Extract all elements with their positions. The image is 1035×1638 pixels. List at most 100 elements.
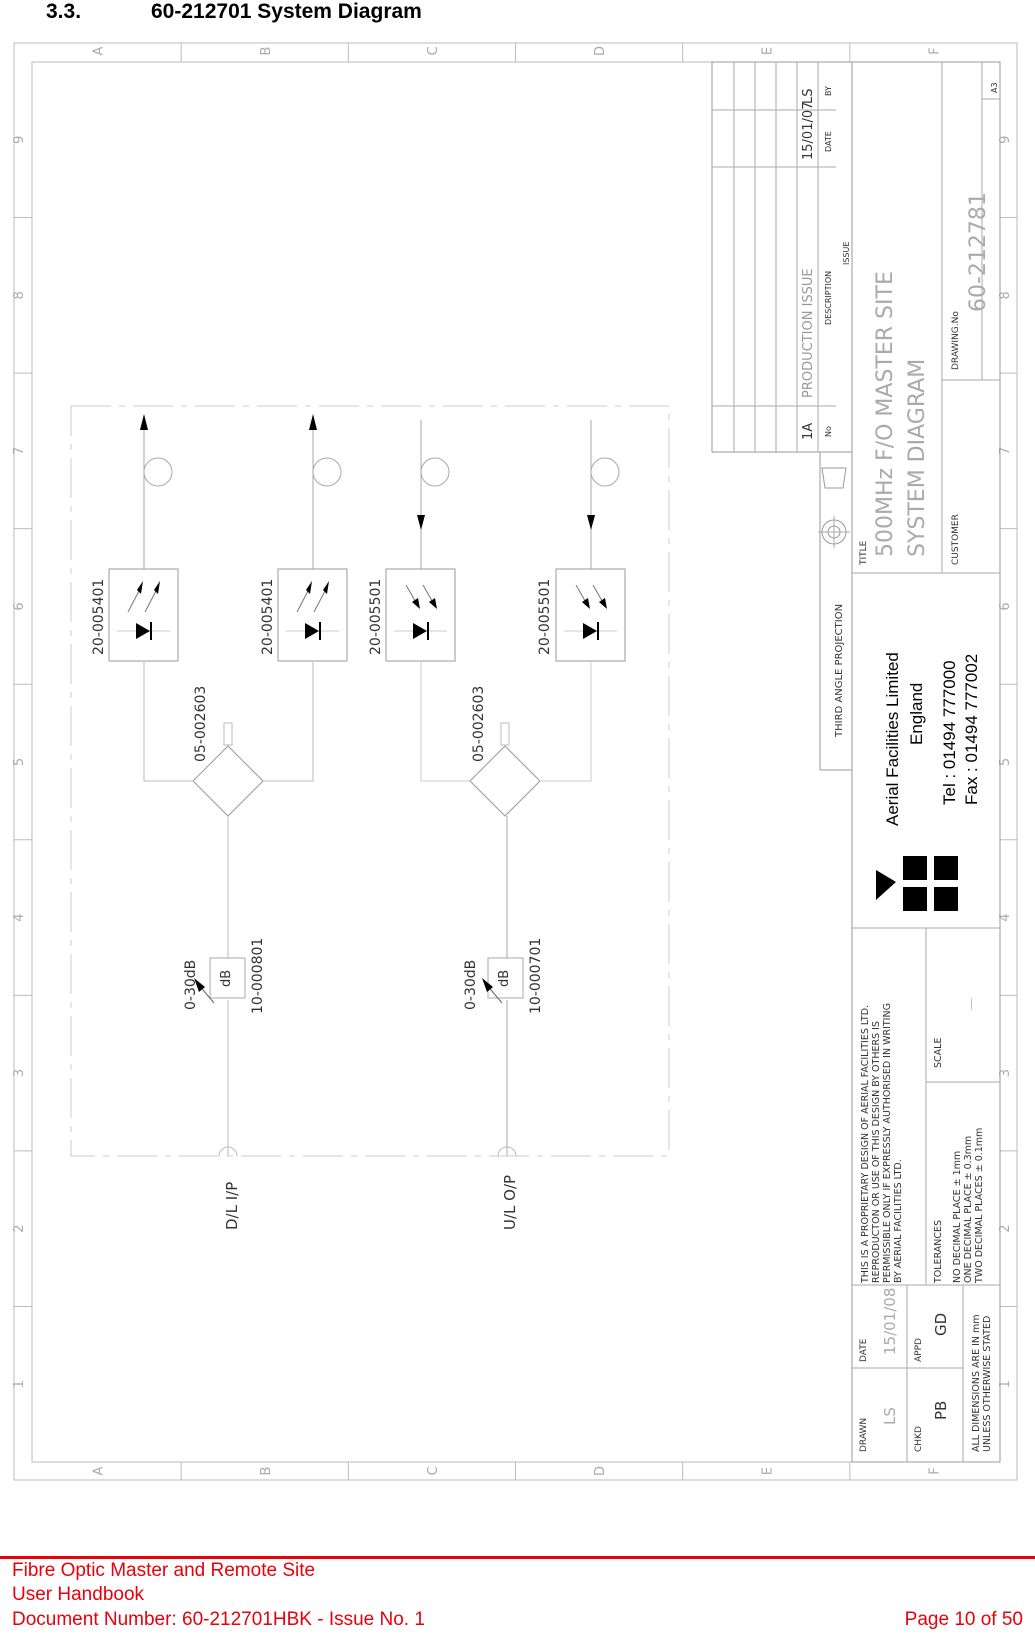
border-column-label: C <box>426 1466 441 1475</box>
footer-rule <box>0 1556 1035 1559</box>
optical-module-transmitter <box>277 414 348 662</box>
ul-attenuator-part: 10-000701 <box>528 938 544 1014</box>
border-column-label: E <box>760 1467 775 1475</box>
border-column-label: C <box>426 46 441 55</box>
module-2-part: 20-005401 <box>260 579 276 655</box>
rev-date-header: DATE <box>824 131 833 152</box>
border-column-label: E <box>760 47 775 55</box>
rev-by-header: BY <box>824 86 833 96</box>
rev-date-value: 15/01/07 <box>801 102 816 160</box>
dl-attenuator-part: 10-000801 <box>250 938 266 1014</box>
fibre-connector-icon <box>420 457 450 487</box>
border-column-label: A <box>92 1466 107 1475</box>
dl-attenuator-range: 0-30dB <box>183 960 199 1010</box>
footer-subtitle: User Handbook <box>12 1584 145 1605</box>
fibre-connector-icon <box>590 457 620 487</box>
module-box <box>277 568 348 662</box>
company-fax: Fax : 01494 777002 <box>962 654 981 805</box>
scale-value: — <box>964 998 978 1010</box>
drawn-value: LS <box>881 1407 899 1425</box>
module-4-part: 20-005501 <box>537 579 553 655</box>
customer-label: CUSTOMER <box>951 514 961 565</box>
module-box <box>108 568 179 662</box>
rev-no-header: No <box>824 426 833 437</box>
appd-value: GD <box>932 1313 950 1336</box>
sheet-size: A3 <box>990 82 999 93</box>
notice-line-2: REPRODUCTON OR USE OF THIS DESIGN BY OTH… <box>871 1021 882 1283</box>
dimensions-note-2: UNLESS OTHERWISE STATED <box>982 1316 993 1452</box>
ul-attenuator-symbol: dB <box>497 970 512 987</box>
border-row-label: 8 <box>12 291 27 299</box>
date-label: DATE <box>859 1338 869 1362</box>
border-column-label: B <box>259 47 274 56</box>
tolerances-label: TOLERANCES <box>933 1220 944 1284</box>
rev-description-value: PRODUCTION ISSUE <box>801 268 816 398</box>
dimensions-note-1: ALL DIMENSIONS ARE IN mm <box>971 1314 982 1452</box>
dl-splitter-part: 05-002603 <box>193 686 209 762</box>
border-column-label: F <box>927 47 942 54</box>
footer-page-number: Page 10 of 50 <box>904 1609 1023 1630</box>
projection-frustum-icon <box>821 467 847 489</box>
ul-branch-left <box>420 662 470 782</box>
company-logo <box>876 856 958 911</box>
signal-out-arrow-icon <box>140 414 148 430</box>
date-value: 15/01/08 <box>881 1288 899 1355</box>
border-column-label: D <box>593 46 608 56</box>
tolerance-line-1: NO DECIMAL PLACE ± 1mm <box>952 1151 963 1283</box>
border-row-label: 9 <box>12 136 27 144</box>
ul-splitter-port <box>500 722 510 746</box>
circuit: D/L I/P U/L O/P 0-30dB dB 10-000801 0-30… <box>70 405 670 1230</box>
dl-splitter-port <box>223 722 233 746</box>
title-block: TITLE 500MHz F/O MASTER SITE SYSTEM DIAG… <box>851 61 1001 1463</box>
border-row-label: 4 <box>12 913 27 921</box>
ul-output-label: U/L O/P <box>501 1175 519 1230</box>
border-row-label: 6 <box>12 602 27 610</box>
fibre-connector-icon <box>312 457 342 487</box>
footer-title: Fibre Optic Master and Remote Site <box>12 1560 316 1581</box>
appd-label: APPD <box>914 1338 924 1362</box>
rev-no-value: 1A <box>801 423 816 440</box>
fibre-connector-icon <box>143 457 173 487</box>
module-box <box>385 568 456 662</box>
ul-branch-right <box>540 662 592 782</box>
border-row-label: 2 <box>12 1225 27 1233</box>
rev-description-header: DESCRIPTION <box>824 271 833 325</box>
drawing-title-line1: 500MHz F/O MASTER SITE <box>873 271 898 557</box>
border-column-label: F <box>927 1467 942 1474</box>
ul-splitter-part: 05-002603 <box>471 686 487 762</box>
notice-line-3: PERMISSIBLE ONLY IF EXPRESSLY AUTHORISED… <box>882 1003 893 1283</box>
revision-table-frame <box>711 61 853 453</box>
signal-in-arrow-icon <box>417 515 425 530</box>
module-1-part: 20-005401 <box>91 579 107 655</box>
border-column-label: B <box>259 1467 274 1476</box>
rev-issue-header: ISSUE <box>842 242 851 265</box>
dl-branch-left <box>143 662 193 782</box>
dl-input-label: D/L I/P <box>223 1182 241 1230</box>
border-row-label: 1 <box>12 1380 27 1388</box>
company-name: Aerial Facilities Limited <box>883 652 902 826</box>
revision-table: LS 15/01/07 PRODUCTION ISSUE 1A BY DATE … <box>711 61 853 770</box>
dl-attenuator-symbol: dB <box>219 970 234 987</box>
scale-label: SCALE <box>933 1038 944 1068</box>
tolerance-line-2: ONE DECIMAL PLACE ± 0.3mm <box>963 1136 974 1283</box>
module-box <box>555 568 626 662</box>
module-3-part: 20-005501 <box>368 579 384 655</box>
border-row-label: 3 <box>12 1069 27 1077</box>
signal-out-arrow-icon <box>309 414 317 430</box>
border-column-label: A <box>92 46 107 55</box>
optical-module-receiver <box>385 420 456 662</box>
projection-block: THIRD ANGLE PROJECTION <box>818 452 852 771</box>
drawn-label: DRAWN <box>859 1418 869 1452</box>
drawing-title-line2: SYSTEM DIAGRAM <box>905 359 930 557</box>
border-row-label: 7 <box>12 447 27 455</box>
footer-document-number: Document Number: 60-212701HBK - Issue No… <box>12 1609 425 1630</box>
notice-line-1: THIS IS A PROPRIETARY DESIGN OF AERIAL F… <box>860 1005 871 1284</box>
border-row-label: 5 <box>12 758 27 766</box>
signal-in-arrow-icon <box>587 515 595 530</box>
company-country: England <box>907 683 926 745</box>
notice-line-4: BY AERIAL FACILITIES LTD. <box>893 1159 904 1283</box>
tolerance-line-3: TWO DECIMAL PLACES ± 0.1mm <box>974 1128 985 1284</box>
drawing-no-label: DRAWING.No <box>951 311 961 370</box>
optical-module-receiver <box>555 420 626 662</box>
optical-module-transmitter <box>108 414 179 662</box>
